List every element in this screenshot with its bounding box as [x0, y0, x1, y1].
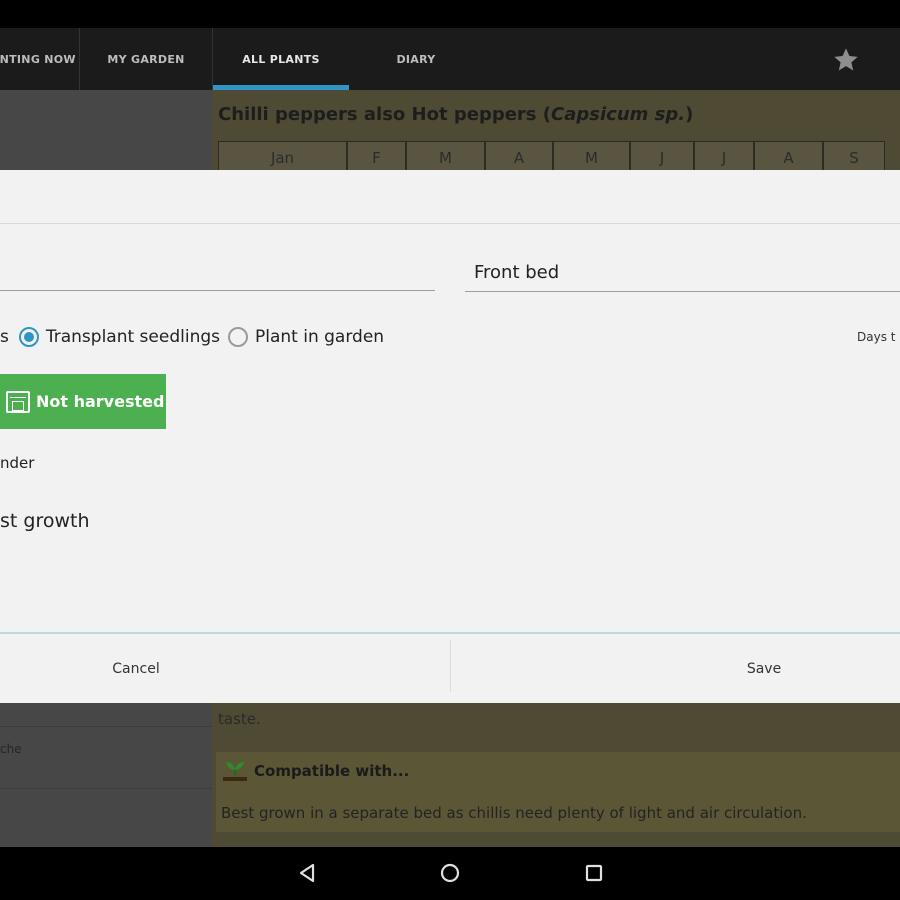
back-icon	[299, 863, 315, 883]
month-cell: A	[754, 141, 823, 173]
month-cell: A	[485, 141, 553, 173]
month-cell: Jan	[218, 141, 347, 173]
month-cell: M	[406, 141, 485, 173]
description-text: taste.	[218, 710, 261, 728]
radio-transplant-label[interactable]: Transplant seedlings	[46, 327, 220, 347]
reminder-label[interactable]: nder	[0, 454, 34, 472]
radio-transplant-seedlings[interactable]	[18, 327, 39, 347]
tab-diary[interactable]: Diary	[350, 28, 482, 90]
tab-my-garden[interactable]: My Garden	[80, 28, 213, 90]
cancel-button[interactable]: Cancel	[0, 634, 272, 703]
calendar-icon	[6, 390, 30, 413]
month-cell: J	[630, 141, 694, 173]
month-cell: S	[823, 141, 885, 173]
list-item: che	[0, 742, 22, 756]
radio-plant-label[interactable]: Plant in garden	[255, 327, 384, 347]
location-field[interactable]: Front bed	[465, 260, 900, 292]
harvest-button-label: Not harvested	[36, 392, 165, 411]
save-label: Save	[746, 660, 782, 677]
growth-label[interactable]: st growth	[0, 510, 90, 532]
radio-plant-in-garden[interactable]	[228, 327, 248, 347]
recents-icon	[585, 864, 603, 882]
compatible-text: Best grown in a separate bed as chillis …	[221, 804, 807, 822]
list-divider	[0, 726, 212, 727]
tab-label: All Plants	[242, 52, 320, 66]
button-separator	[450, 640, 451, 692]
planting-method-group: s Transplant seedlings Plant in garden	[0, 322, 384, 352]
action-bar: Planting Now My Garden All Plants Diary	[0, 28, 900, 90]
tab-all-plants[interactable]: All Plants	[213, 28, 349, 90]
month-cell: M	[553, 141, 630, 173]
home-icon	[440, 863, 460, 883]
dialog-divider	[0, 223, 900, 224]
radio-seeds-label[interactable]: s	[0, 327, 9, 347]
recents-button[interactable]	[577, 858, 611, 888]
screen: Planting Now My Garden All Plants Diary …	[0, 0, 900, 900]
status-bar	[0, 0, 900, 28]
tab-label: Planting Now	[0, 52, 76, 66]
save-button[interactable]: Save	[630, 634, 898, 703]
plant-name-field[interactable]	[0, 290, 435, 291]
home-button[interactable]	[433, 858, 467, 888]
field-underline	[465, 291, 900, 292]
tab-label: My Garden	[107, 52, 185, 66]
cancel-label: Cancel	[112, 660, 160, 677]
tab-label: Diary	[396, 52, 436, 66]
planting-calendar-header: Jan F M A M J J A S	[218, 141, 885, 173]
tab-planting-now[interactable]: Planting Now	[0, 28, 80, 90]
favorite-button[interactable]	[826, 42, 866, 78]
harvest-status-button[interactable]: Not harvested	[0, 374, 166, 429]
seedling-icon	[223, 762, 247, 781]
star-icon	[834, 48, 858, 71]
month-cell: J	[694, 141, 754, 173]
back-button[interactable]	[290, 858, 324, 888]
month-cell: F	[347, 141, 406, 173]
days-to-harvest-label: Days t	[857, 330, 896, 344]
edit-planting-dialog: Front bed s Transplant seedlings Plant i…	[0, 170, 900, 703]
list-divider	[0, 788, 212, 789]
location-value: Front bed	[474, 262, 560, 283]
plant-title: Chilli peppers also Hot peppers (Capsicu…	[218, 104, 694, 125]
compatible-heading: Compatible with...	[222, 760, 409, 782]
